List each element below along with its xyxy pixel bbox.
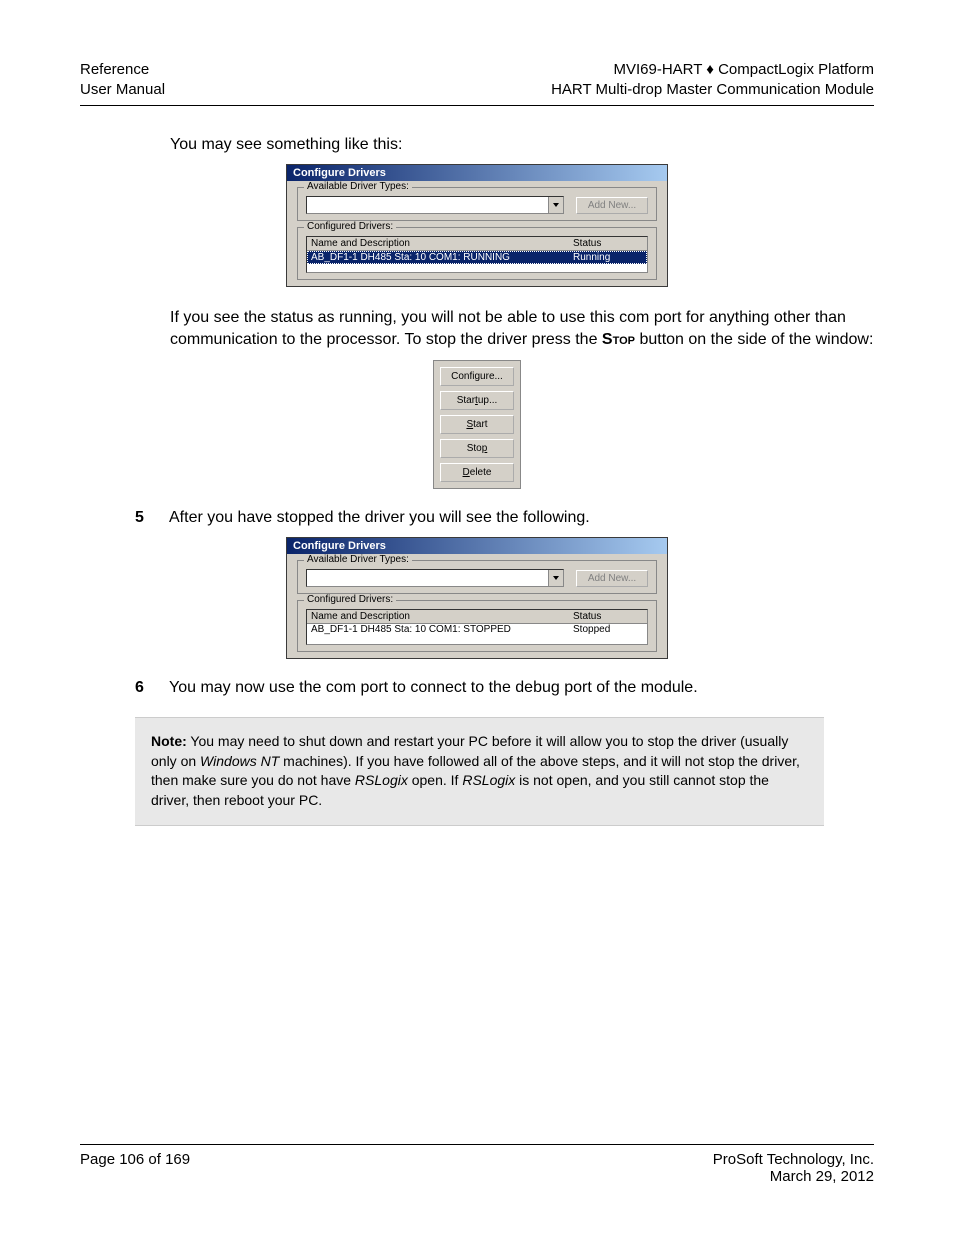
dialog-title: Configure Drivers: [287, 538, 667, 554]
step-text: You may now use the com port to connect …: [169, 679, 698, 697]
start-button[interactable]: Start: [440, 415, 514, 434]
col-name-header: Name and Description: [311, 238, 573, 249]
step-6: 6 You may now use the com port to connec…: [135, 679, 874, 697]
driver-type-combobox[interactable]: [306, 569, 564, 587]
step-5: 5 After you have stopped the driver you …: [135, 509, 874, 527]
header-subtitle: HART Multi-drop Master Communication Mod…: [551, 80, 874, 100]
header-doc-type: User Manual: [80, 80, 165, 100]
intro-text: You may see something like this:: [170, 136, 874, 154]
stop-word: Stop: [602, 331, 635, 348]
header-right: MVI69-HART ♦ CompactLogix Platform HART …: [551, 60, 874, 99]
side-button-panel: Configure... Startup... Start Stop Delet…: [433, 360, 521, 489]
dialog-title: Configure Drivers: [287, 165, 667, 181]
header-section: Reference: [80, 60, 165, 80]
step-number: 5: [135, 509, 151, 527]
drivers-list[interactable]: Name and Description Status AB_DF1-1 DH4…: [306, 609, 648, 645]
driver-row[interactable]: AB_DF1-1 DH485 Sta: 10 COM1: RUNNING Run…: [307, 251, 647, 264]
configure-drivers-dialog-stopped: Configure Drivers Available Driver Types…: [286, 537, 668, 659]
stop-button[interactable]: Stop: [440, 439, 514, 458]
step-text: After you have stopped the driver you wi…: [169, 509, 590, 527]
add-new-button[interactable]: Add New...: [576, 197, 648, 214]
step-number: 6: [135, 679, 151, 697]
driver-row[interactable]: AB_DF1-1 DH485 Sta: 10 COM1: STOPPED Sto…: [307, 624, 647, 635]
header-product: MVI69-HART ♦ CompactLogix Platform: [551, 60, 874, 80]
chevron-down-icon[interactable]: [548, 197, 563, 213]
chevron-down-icon[interactable]: [548, 570, 563, 586]
configured-drivers-group: Configured Drivers: Name and Description…: [297, 600, 657, 652]
available-driver-types-group: Available Driver Types: Add New...: [297, 187, 657, 221]
group-label: Available Driver Types:: [304, 554, 412, 565]
add-new-button[interactable]: Add New...: [576, 570, 648, 587]
page-number: Page 106 of 169: [80, 1151, 190, 1185]
driver-status: Running: [573, 252, 643, 263]
configure-button[interactable]: Configure...: [440, 367, 514, 386]
driver-status: Stopped: [573, 624, 643, 635]
list-header: Name and Description Status: [307, 610, 647, 624]
col-status-header: Status: [573, 238, 643, 249]
group-label: Configured Drivers:: [304, 594, 396, 605]
group-label: Available Driver Types:: [304, 181, 412, 192]
note-label: Note:: [151, 733, 187, 749]
driver-name: AB_DF1-1 DH485 Sta: 10 COM1: RUNNING: [311, 252, 573, 263]
col-status-header: Status: [573, 611, 643, 622]
footer-right: ProSoft Technology, Inc. March 29, 2012: [713, 1151, 874, 1185]
list-header: Name and Description Status: [307, 237, 647, 251]
footer-date: March 29, 2012: [713, 1168, 874, 1185]
group-label: Configured Drivers:: [304, 221, 396, 232]
configured-drivers-group: Configured Drivers: Name and Description…: [297, 227, 657, 280]
header-left: Reference User Manual: [80, 60, 165, 99]
configure-drivers-dialog-running: Configure Drivers Available Driver Types…: [286, 164, 668, 287]
company-name: ProSoft Technology, Inc.: [713, 1151, 874, 1168]
para-running-explain: If you see the status as running, you wi…: [170, 307, 874, 350]
available-driver-types-group: Available Driver Types: Add New...: [297, 560, 657, 594]
startup-button[interactable]: Startup...: [440, 391, 514, 410]
delete-button[interactable]: Delete: [440, 463, 514, 482]
col-name-header: Name and Description: [311, 611, 573, 622]
page-footer: Page 106 of 169 ProSoft Technology, Inc.…: [80, 1144, 874, 1185]
drivers-list[interactable]: Name and Description Status AB_DF1-1 DH4…: [306, 236, 648, 273]
page-header: Reference User Manual MVI69-HART ♦ Compa…: [80, 60, 874, 106]
driver-name: AB_DF1-1 DH485 Sta: 10 COM1: STOPPED: [311, 624, 573, 635]
note-box: Note: You may need to shut down and rest…: [135, 717, 824, 825]
driver-type-combobox[interactable]: [306, 196, 564, 214]
